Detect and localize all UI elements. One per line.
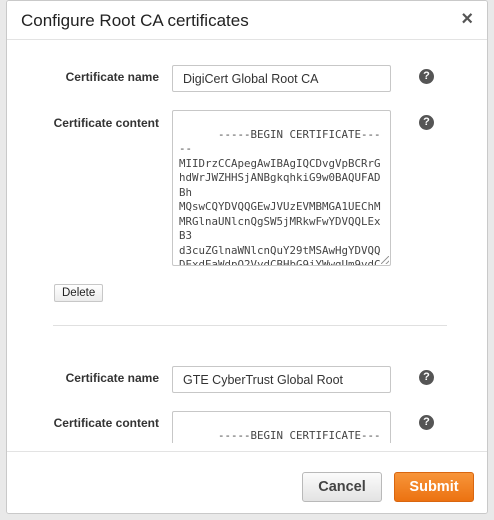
dialog-header: Configure Root CA certificates × [7,1,487,40]
certificate-name-input[interactable]: GTE CyberTrust Global Root [172,366,391,393]
certificate-content-text: -----BEGIN CERTIFICATE----- MIICWjCCAcMC… [218,428,381,442]
certificate-name-label: Certificate name [65,70,159,84]
certificate-name-label: Certificate name [65,371,159,385]
delete-certificate-button[interactable]: Delete [54,284,104,302]
cancel-button[interactable]: Cancel [302,472,382,502]
certificate-content-label: Certificate content [53,416,159,430]
dialog-title: Configure Root CA certificates [21,11,249,30]
help-icon[interactable]: ? [419,415,434,430]
help-icon[interactable]: ? [419,69,434,84]
resize-handle[interactable] [381,256,389,264]
help-icon[interactable]: ? [419,370,434,385]
certificate-name-input[interactable]: DigiCert Global Root CA [172,65,391,92]
certificate-content-textarea[interactable]: -----BEGIN CERTIFICATE----- MIICWjCCAcMC… [172,411,391,443]
certificate-content-textarea[interactable]: -----BEGIN CERTIFICATE----- MIIDrzCCApeg… [172,110,391,266]
certificate-content-label: Certificate content [53,116,159,130]
submit-button[interactable]: Submit [394,472,474,502]
configure-root-ca-dialog: Configure Root CA certificates × Certifi… [6,0,488,514]
dialog-footer: Cancel Submit [7,451,487,513]
certificate-divider [53,325,447,326]
help-icon[interactable]: ? [419,115,434,130]
close-icon[interactable]: × [461,8,473,30]
dialog-body[interactable]: Certificate name DigiCert Global Root CA… [7,40,487,443]
certificate-content-text: -----BEGIN CERTIFICATE----- MIIDrzCCApeg… [179,127,381,266]
